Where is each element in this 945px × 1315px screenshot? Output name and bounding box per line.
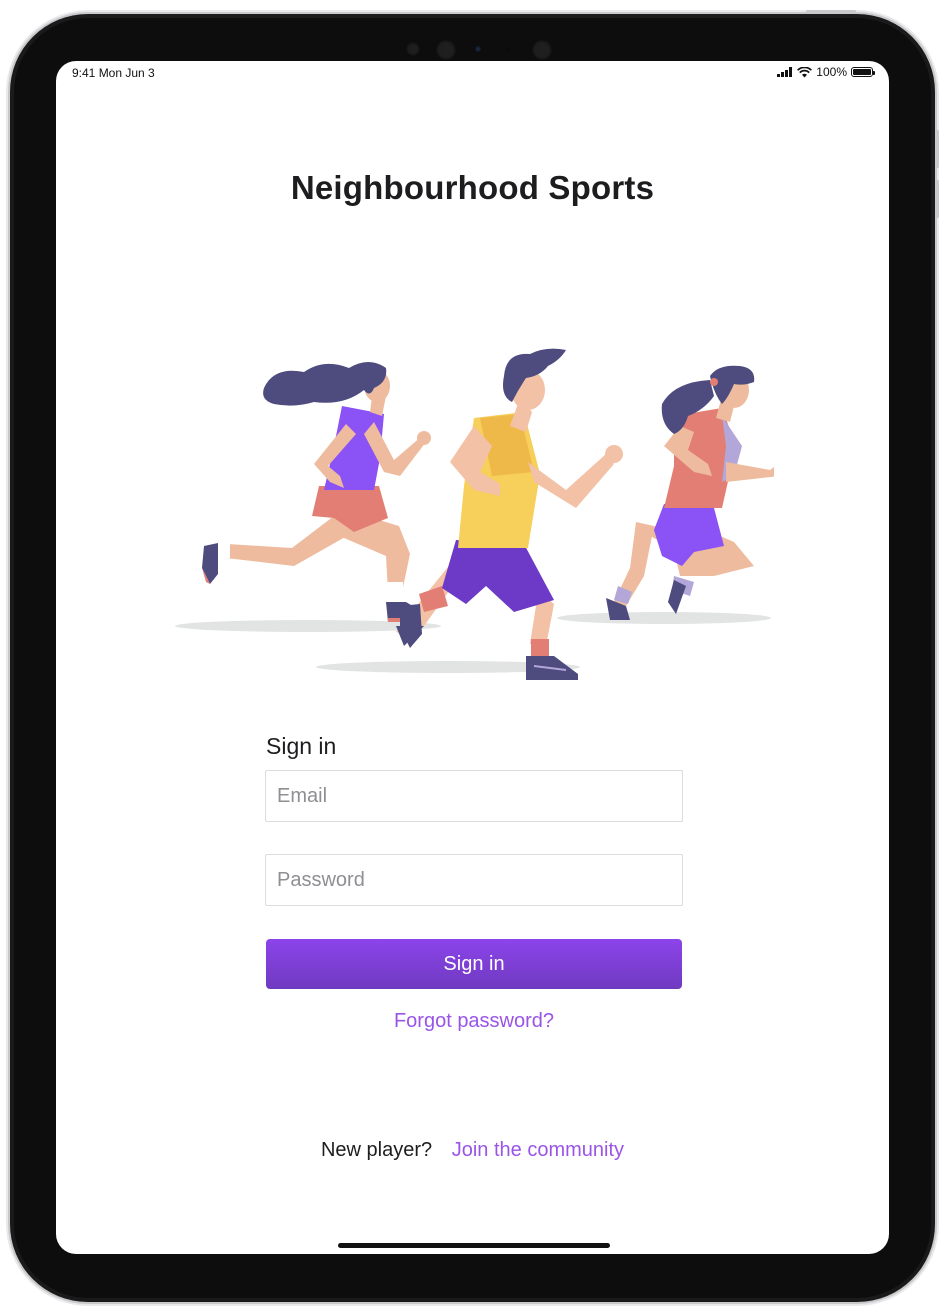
signin-heading: Sign in [266, 733, 337, 759]
email-input[interactable] [265, 770, 683, 822]
status-indicators: 100% [777, 65, 875, 79]
app-title: Neighbourhood Sports [290, 169, 655, 206]
password-input[interactable] [265, 854, 683, 906]
volume-button [936, 130, 939, 168]
top-button [806, 10, 856, 13]
battery-percentage: 100% [816, 65, 847, 79]
volume-button [936, 180, 939, 218]
signup-prompt: New player? Join the community [56, 1139, 889, 1162]
cellular-signal-icon [777, 67, 793, 77]
new-player-label: New player? [320, 1139, 433, 1161]
battery-icon [851, 67, 875, 77]
join-community-link[interactable]: Join the community [452, 1139, 624, 1161]
home-indicator[interactable] [338, 1243, 610, 1248]
runner-right [606, 365, 774, 620]
runner-middle [396, 348, 623, 680]
app-screen: 9:41 Mon Jun 3 100% Neighbourhood Sports [56, 61, 889, 1254]
status-bar: 9:41 Mon Jun 3 100% [56, 61, 889, 87]
runners-illustration [175, 348, 774, 680]
status-time: 9:41 Mon Jun 3 [72, 66, 155, 80]
signin-button[interactable]: Sign in [266, 939, 682, 989]
runner-left [202, 362, 431, 622]
wifi-icon [797, 66, 813, 77]
forgot-password-link[interactable]: Forgot password? [265, 1010, 683, 1033]
signin-form: Sign in Sign in Forgot password? [265, 733, 683, 1033]
